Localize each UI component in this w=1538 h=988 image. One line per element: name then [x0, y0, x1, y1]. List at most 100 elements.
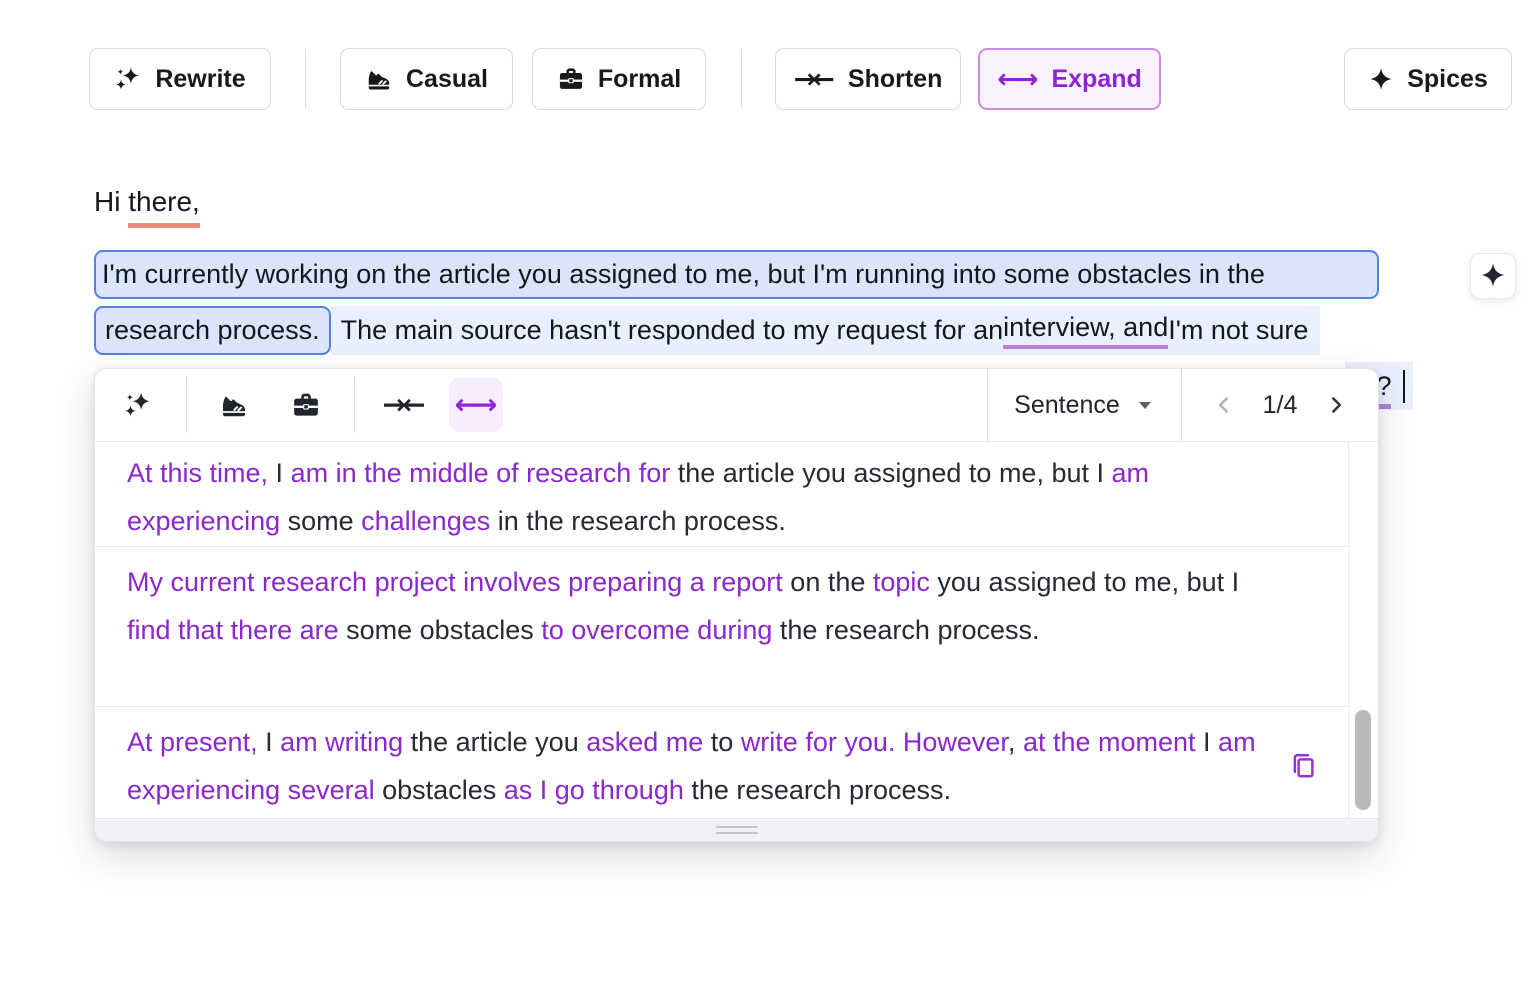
suggestion-text: At this time, I am in the middle of rese…	[127, 449, 1277, 545]
text-cursor	[1403, 370, 1406, 403]
following-text: I'm not sure	[1168, 315, 1308, 346]
popup-toolbar-divider	[354, 377, 355, 433]
spices-button[interactable]: Spices	[1344, 48, 1512, 110]
suggestion-highlight: asked me	[586, 727, 703, 757]
popup-formal-button[interactable]	[279, 378, 333, 432]
popup-casual-button[interactable]	[207, 378, 261, 432]
shorten-label: Shorten	[848, 65, 942, 94]
expand-label: Expand	[1051, 65, 1141, 94]
chevron-right-icon	[1323, 392, 1349, 418]
expand-arrows-icon: ←→	[455, 391, 498, 419]
suggestion-highlight: find that there are	[127, 615, 339, 645]
granularity-dropdown[interactable]: Sentence	[987, 369, 1181, 441]
suggestions-pager: 1/4	[1181, 369, 1378, 441]
selected-sentence-text: I'm currently working on the article you…	[102, 259, 1265, 290]
expand-button[interactable]: ←→ Expand	[978, 48, 1161, 110]
suggestion-row[interactable]: At present, I am writing the article you…	[95, 707, 1348, 822]
copy-button[interactable]	[1288, 750, 1318, 780]
suggestion-plain-text: I	[268, 458, 291, 488]
four-point-star-icon	[1479, 261, 1507, 292]
shorten-arrows-icon: →←	[383, 391, 426, 419]
suggestion-plain-text: the research process.	[684, 775, 951, 805]
highlighted-following-text[interactable]: The main source hasn't responded to my r…	[331, 306, 1321, 355]
suggestion-highlight: write for you. However	[741, 727, 1008, 757]
suggestion-plain-text: to	[703, 727, 741, 757]
casual-label: Casual	[406, 65, 488, 94]
suggestion-highlight: My current research project involves pre…	[127, 567, 783, 597]
suggestion-plain-text: the article you assigned to me, but I	[670, 458, 1111, 488]
suggestion-row[interactable]: My current research project involves pre…	[95, 547, 1348, 707]
greeting-prefix: Hi	[94, 186, 128, 217]
suggestion-plain-text: the research process.	[772, 615, 1039, 645]
suggestion-plain-text: on the	[783, 567, 873, 597]
suggestion-highlight: challenges	[361, 506, 490, 536]
greeting-line: Hi there,	[94, 186, 200, 218]
suggestion-plain-text: I	[1196, 727, 1219, 757]
suggestion-plain-text: in the research process.	[490, 506, 786, 536]
suggestion-highlight: to overcome during	[541, 615, 772, 645]
pagination-label: 1/4	[1263, 391, 1298, 420]
previous-suggestion-button[interactable]	[1211, 392, 1237, 418]
suggestion-row[interactable]: At this time, I am in the middle of rese…	[95, 442, 1348, 547]
popup-rewrite-button[interactable]	[111, 378, 165, 432]
casual-button[interactable]: Casual	[340, 48, 513, 110]
suggestion-list: At this time, I am in the middle of rese…	[95, 442, 1348, 818]
scrollbar-track[interactable]	[1348, 442, 1378, 818]
formal-label: Formal	[598, 65, 681, 94]
suggestion-text: At present, I am writing the article you…	[127, 718, 1277, 814]
suggestion-highlight: am in the middle of research for	[291, 458, 671, 488]
suggestion-highlight: at the moment	[1023, 727, 1196, 757]
selected-sentence-text: research process.	[105, 315, 320, 346]
expand-arrows-icon: ←→	[997, 66, 1038, 93]
briefcase-icon	[557, 65, 585, 93]
document-line2: research process. The main source hasn't…	[94, 306, 1320, 355]
next-suggestion-button[interactable]	[1323, 392, 1349, 418]
briefcase-icon	[291, 390, 321, 420]
shorten-arrows-icon: →←	[794, 66, 835, 93]
resize-handle[interactable]	[716, 826, 758, 834]
sneaker-icon	[365, 65, 393, 93]
spellcheck-underlined-word[interactable]: there,	[128, 186, 200, 228]
selected-sentence-line2[interactable]: research process.	[94, 306, 331, 355]
following-text: The main source hasn't responded to my r…	[341, 315, 1004, 346]
suggestion-highlight: as I go through	[504, 775, 684, 805]
suggestion-plain-text: some obstacles	[339, 615, 542, 645]
granularity-label: Sentence	[1014, 391, 1120, 420]
toolbar-divider	[305, 50, 306, 108]
popup-shorten-button[interactable]: →←	[377, 378, 431, 432]
suggestion-area: At this time, I am in the middle of rese…	[95, 442, 1378, 818]
popup-toolbar: →← ←→ Sentence 1/4	[95, 369, 1378, 442]
chevron-left-icon	[1211, 392, 1237, 418]
selected-sentence-line1[interactable]: I'm currently working on the article you…	[94, 250, 1379, 299]
sparkles-icon	[114, 65, 142, 93]
shorten-button[interactable]: →← Shorten	[775, 48, 961, 110]
spices-label: Spices	[1407, 65, 1488, 94]
formal-button[interactable]: Formal	[532, 48, 706, 110]
suggestion-text: My current research project involves pre…	[127, 558, 1277, 654]
suggestion-underline-fragment	[1377, 404, 1391, 409]
suggestion-plain-text: obstacles	[375, 775, 504, 805]
sparkle-floating-button[interactable]	[1470, 253, 1516, 299]
rewrite-suggestions-popup: →← ←→ Sentence 1/4	[94, 368, 1379, 842]
scrollbar-thumb[interactable]	[1355, 710, 1371, 810]
suggestion-plain-text: ,	[1008, 727, 1023, 757]
popup-toolbar-divider	[186, 377, 187, 433]
rewrite-label: Rewrite	[155, 65, 245, 94]
suggestion-plain-text: you assigned to me, but I	[930, 567, 1239, 597]
chevron-down-icon	[1135, 395, 1155, 415]
suggestion-highlight: topic	[873, 567, 930, 597]
suggestion-highlight: At this time,	[127, 458, 268, 488]
rewrite-button[interactable]: Rewrite	[89, 48, 271, 110]
sneaker-icon	[219, 390, 249, 420]
suggestion-plain-text: I	[258, 727, 281, 757]
sparkles-icon	[123, 390, 153, 420]
suggestion-plain-text: some	[280, 506, 361, 536]
four-point-star-icon	[1368, 66, 1394, 92]
toolbar-divider	[741, 50, 742, 108]
suggestion-plain-text: the article you	[403, 727, 586, 757]
suggestion-highlight: am writing	[280, 727, 403, 757]
copy-icon	[1288, 750, 1318, 780]
popup-expand-button-active[interactable]: ←→	[449, 378, 503, 432]
suggestion-highlight: At present,	[127, 727, 258, 757]
suggestion-underlined-phrase[interactable]: interview, and	[1003, 312, 1168, 349]
